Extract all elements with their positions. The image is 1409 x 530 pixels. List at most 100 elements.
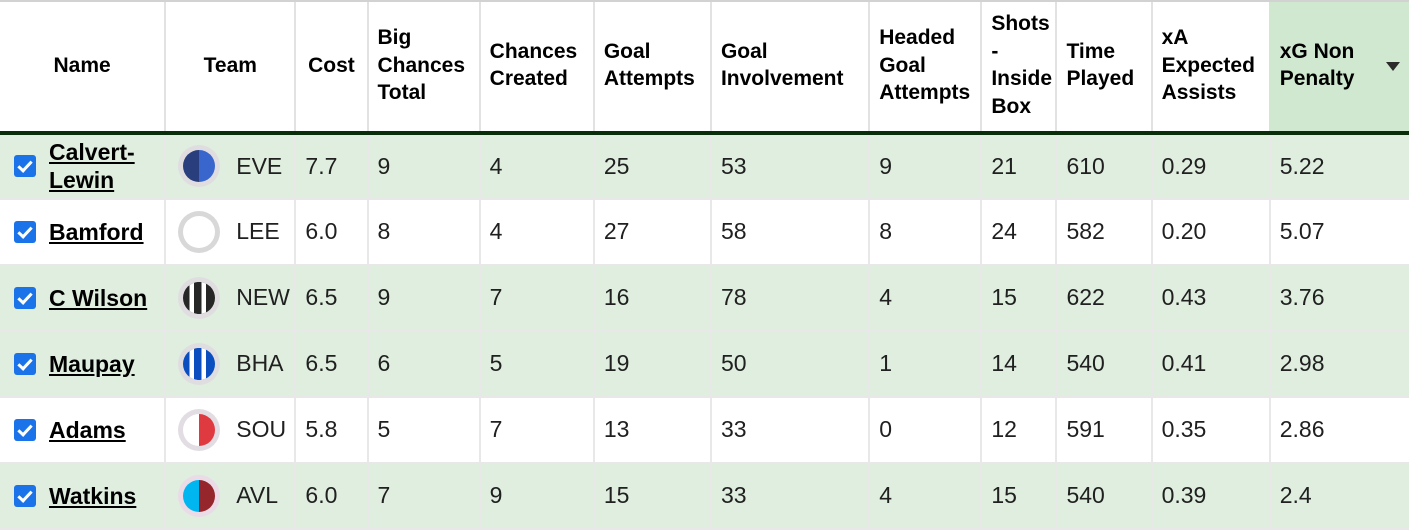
cell-cc: 7 [478, 396, 594, 464]
column-header-gi[interactable]: Goal Involvement [709, 0, 870, 135]
cell-xgnp: 5.22 [1268, 132, 1409, 200]
column-header-sib[interactable]: Shots - Inside Box [980, 0, 1057, 135]
team-badge-crest [183, 281, 216, 314]
cell-name: Adams [0, 396, 166, 464]
cell-hga: 4 [868, 462, 982, 530]
cell-gi: 33 [709, 396, 870, 464]
name-wrapper: Bamford [14, 218, 155, 247]
cell-bct: 8 [366, 198, 480, 266]
cell-cost: 6.5 [294, 264, 368, 332]
column-header-inner: xA Expected Assists [1162, 24, 1260, 107]
team-wrapper: BHA [178, 342, 285, 385]
column-header-inner: Time Played [1066, 38, 1141, 93]
player-name-link[interactable]: Maupay [49, 350, 135, 379]
cell-ga: 16 [592, 264, 711, 332]
table-row: Bamford LEE 6.0 8 4 27 58 8 24 582 0.20 5.07 [0, 198, 1409, 266]
column-header-xa[interactable]: xA Expected Assists [1150, 0, 1270, 135]
cell-xa: 0.35 [1150, 396, 1270, 464]
cell-gi: 53 [709, 132, 870, 200]
team-badge-crest [183, 150, 216, 183]
player-name-link[interactable]: Calvert-Lewin [49, 138, 155, 195]
player-name-link[interactable]: C Wilson [49, 284, 147, 313]
team-wrapper: EVE [178, 145, 285, 188]
row-select-checkbox[interactable] [14, 418, 36, 441]
column-header-time[interactable]: Time Played [1055, 0, 1152, 135]
name-wrapper: Watkins [14, 482, 155, 511]
team-wrapper: SOU [178, 408, 287, 451]
column-header-inner: Big Chances Total [378, 24, 470, 107]
cell-team: AVL [164, 462, 296, 530]
team-badge-crest [183, 413, 216, 446]
cell-ga: 19 [592, 330, 711, 398]
column-header-label: Goal Involvement [720, 39, 844, 91]
column-header-label: Shots - Inside Box [991, 12, 1053, 119]
team-wrapper: NEW [178, 276, 290, 319]
cell-sib: 15 [980, 264, 1057, 332]
column-header-xgnp[interactable]: xG Non Penalty [1268, 0, 1409, 135]
table-row: Watkins AVL 6.0 7 9 15 33 4 15 540 0.39 2.4 [0, 462, 1409, 530]
row-select-checkbox[interactable] [14, 286, 36, 309]
team-badge-icon [178, 210, 221, 253]
player-name-link[interactable]: Adams [49, 416, 126, 445]
column-header-cc[interactable]: Chances Created [478, 0, 594, 135]
team-badge-crest [183, 479, 216, 512]
team-abbreviation: BHA [236, 350, 284, 377]
column-header-label: Name [53, 53, 111, 77]
cell-time: 610 [1055, 132, 1152, 200]
column-header-label: Cost [308, 53, 355, 77]
cell-team: SOU [164, 396, 296, 464]
caret-down-icon[interactable] [1386, 61, 1400, 71]
row-select-checkbox[interactable] [14, 352, 36, 375]
team-abbreviation: AVL [236, 482, 279, 509]
column-header-hga[interactable]: Headed Goal Attempts [868, 0, 982, 135]
cell-xgnp: 2.98 [1268, 330, 1409, 398]
cell-xa: 0.43 [1150, 264, 1270, 332]
cell-team: LEE [164, 198, 296, 266]
column-header-inner: Cost [305, 52, 357, 80]
cell-xgnp: 5.07 [1268, 198, 1409, 266]
cell-time: 622 [1055, 264, 1152, 332]
player-name-link[interactable]: Bamford [49, 218, 144, 247]
row-select-checkbox[interactable] [14, 484, 36, 507]
column-header-inner: xG Non Penalty [1280, 38, 1400, 93]
cell-xa: 0.39 [1150, 462, 1270, 530]
cell-sib: 15 [980, 462, 1057, 530]
column-header-inner: Name [9, 52, 155, 80]
cell-time: 591 [1055, 396, 1152, 464]
cell-name: Maupay [0, 330, 166, 398]
team-abbreviation: SOU [236, 416, 287, 443]
cell-cost: 6.0 [294, 462, 368, 530]
column-header-ga[interactable]: Goal Attempts [592, 0, 711, 135]
column-header-label: Time Played [1066, 39, 1135, 91]
cell-xa: 0.41 [1150, 330, 1270, 398]
cell-gi: 33 [709, 462, 870, 530]
team-badge-icon [178, 474, 221, 517]
column-header-label: xA Expected Assists [1161, 25, 1255, 105]
cell-sib: 24 [980, 198, 1057, 266]
cell-gi: 58 [709, 198, 870, 266]
column-header-label: Chances Created [489, 39, 578, 91]
column-header-name[interactable]: Name [0, 0, 166, 135]
column-header-team[interactable]: Team [164, 0, 296, 135]
row-select-checkbox[interactable] [14, 155, 36, 178]
table-row: Adams SOU 5.8 5 7 13 33 0 12 591 0.35 2.86 [0, 396, 1409, 464]
player-name-link[interactable]: Watkins [49, 482, 136, 511]
cell-ga: 25 [592, 132, 711, 200]
column-header-label: Big Chances Total [377, 25, 466, 105]
cell-cost: 6.5 [294, 330, 368, 398]
cell-hga: 4 [868, 264, 982, 332]
cell-bct: 9 [366, 132, 480, 200]
column-header-bct[interactable]: Big Chances Total [366, 0, 480, 135]
cell-ga: 27 [592, 198, 711, 266]
cell-bct: 6 [366, 330, 480, 398]
column-header-inner: Team [175, 52, 285, 80]
column-header-inner: Goal Involvement [721, 38, 859, 93]
row-select-checkbox[interactable] [14, 220, 36, 243]
cell-hga: 8 [868, 198, 982, 266]
cell-ga: 13 [592, 396, 711, 464]
column-header-cost[interactable]: Cost [294, 0, 368, 135]
name-wrapper: C Wilson [14, 284, 155, 313]
header-row: Name Team Cost Big Chances Total Chances Cre… [0, 0, 1409, 135]
table-row: Maupay BHA 6.5 6 5 19 50 1 14 540 0.41 2.98 [0, 330, 1409, 398]
table-row: C Wilson NEW 6.5 9 7 16 78 4 15 622 0.43 3.76 [0, 264, 1409, 332]
